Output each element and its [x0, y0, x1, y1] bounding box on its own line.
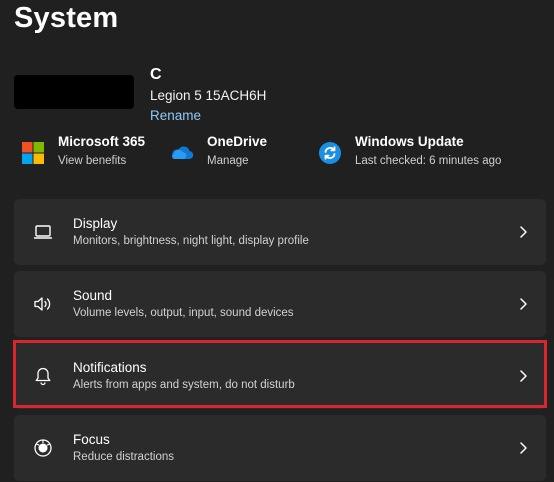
system-settings-page: System C Legion 5 15ACH6H Rename Microso… — [0, 0, 554, 482]
chevron-right-icon — [520, 370, 527, 382]
bell-icon — [35, 367, 51, 386]
onedrive-cloud-icon — [172, 146, 194, 160]
settings-item-title: Focus — [73, 432, 110, 447]
quick-link-title: OneDrive — [207, 134, 268, 149]
settings-item-subtitle: Volume levels, output, input, sound devi… — [73, 307, 294, 319]
settings-item-display[interactable]: Display Monitors, brightness, night ligh… — [14, 199, 546, 265]
focus-icon — [34, 439, 52, 457]
device-image — [14, 75, 134, 109]
settings-item-sound[interactable]: Sound Volume levels, output, input, soun… — [14, 271, 546, 337]
settings-item-subtitle: Alerts from apps and system, do not dist… — [73, 379, 295, 391]
settings-item-focus[interactable]: Focus Reduce distractions — [14, 415, 546, 481]
settings-item-title: Display — [73, 216, 118, 231]
speaker-icon — [34, 297, 51, 311]
rename-link[interactable]: Rename — [150, 108, 201, 123]
monitor-icon — [33, 225, 53, 239]
settings-item-title: Notifications — [73, 360, 147, 375]
device-model: Legion 5 15ACH6H — [150, 88, 267, 103]
quick-link-title: Windows Update — [355, 134, 464, 149]
settings-item-notifications[interactable]: Notifications Alerts from apps and syste… — [14, 343, 546, 409]
microsoft-logo-icon — [22, 142, 44, 164]
page-title: System — [14, 2, 119, 34]
quick-link-title: Microsoft 365 — [58, 134, 146, 149]
settings-item-subtitle: Monitors, brightness, night light, displ… — [73, 235, 309, 247]
device-name: C — [150, 66, 162, 83]
settings-item-title: Sound — [73, 288, 113, 303]
quick-link-subtitle: Manage — [207, 155, 249, 167]
chevron-right-icon — [520, 226, 527, 238]
quick-link-subtitle: View benefits — [58, 155, 127, 167]
windows-update-icon — [319, 142, 341, 164]
chevron-right-icon — [520, 442, 527, 454]
quick-link-subtitle: Last checked: 6 minutes ago — [355, 155, 502, 167]
settings-item-subtitle: Reduce distractions — [73, 451, 174, 463]
chevron-right-icon — [520, 298, 527, 310]
